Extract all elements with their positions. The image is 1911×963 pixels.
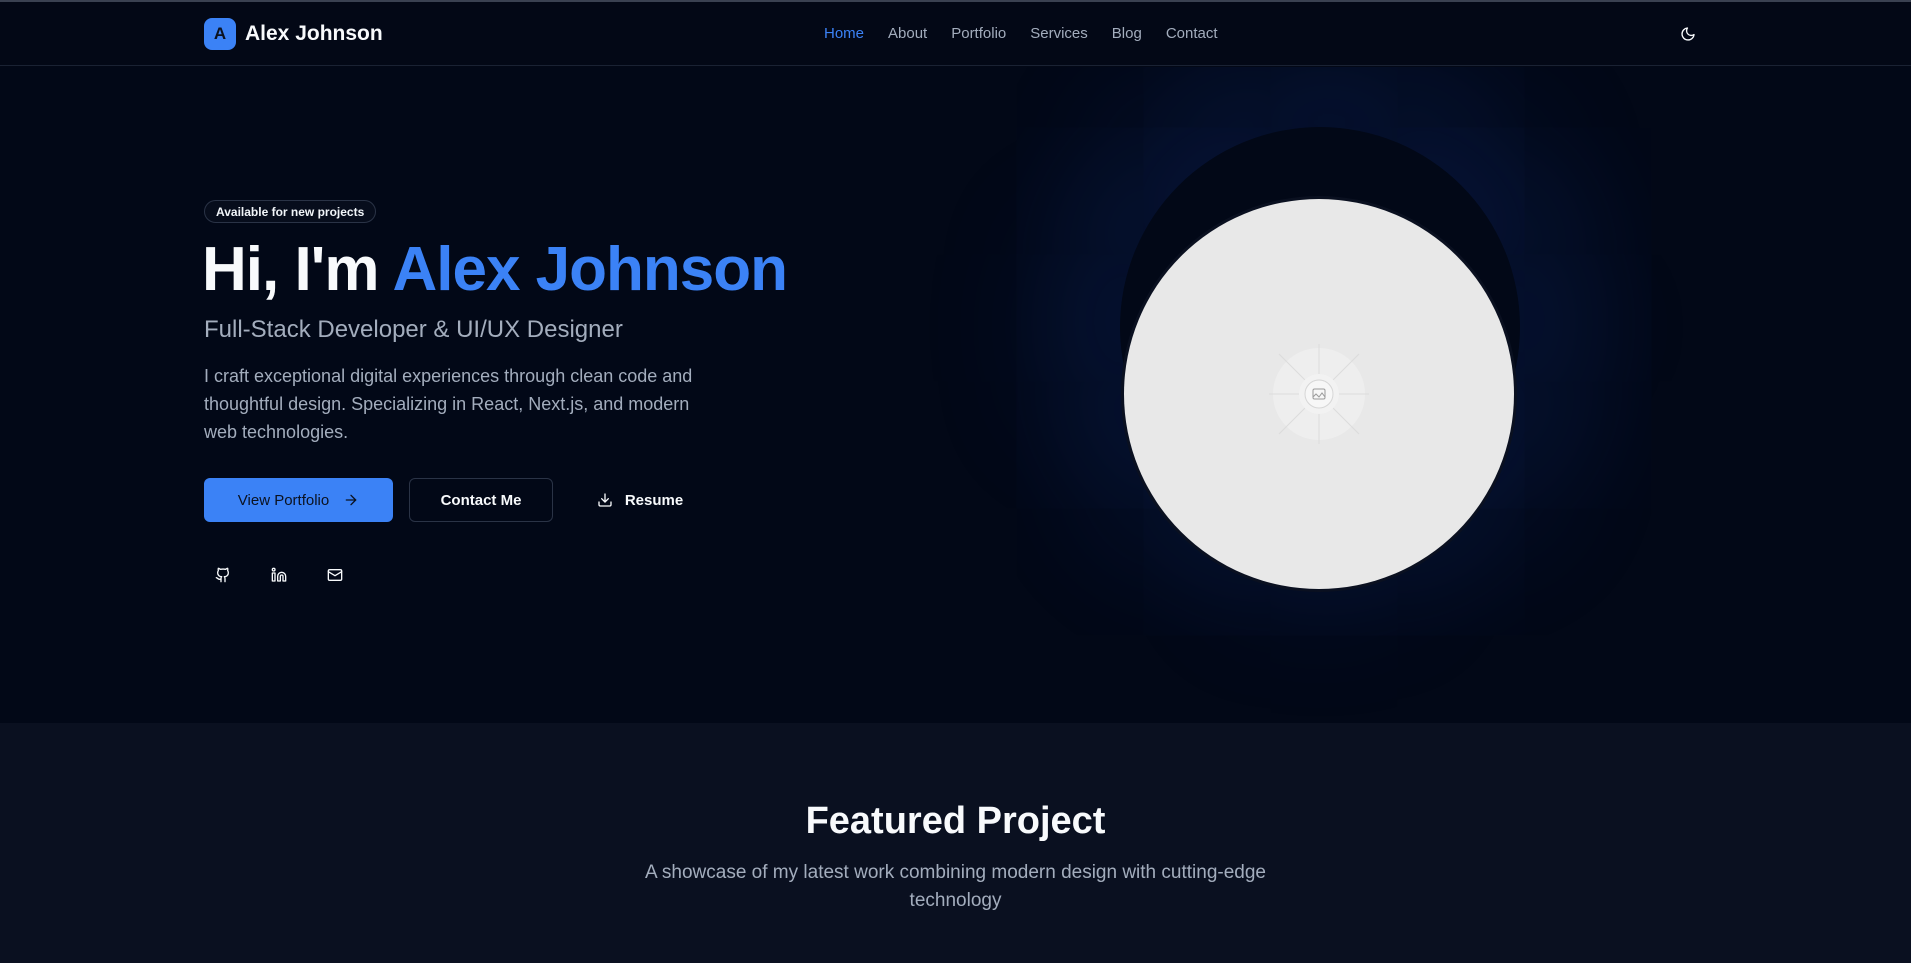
hero-greeting: Hi, I'm bbox=[202, 235, 393, 304]
resume-button[interactable]: Resume bbox=[590, 478, 690, 522]
contact-me-button[interactable]: Contact Me bbox=[409, 478, 553, 522]
site-header: A Alex Johnson Home About Portfolio Serv… bbox=[0, 2, 1911, 66]
featured-project-section: Featured Project A showcase of my latest… bbox=[0, 723, 1911, 963]
resume-label: Resume bbox=[624, 491, 684, 509]
nav-item-services[interactable]: Services bbox=[1030, 25, 1088, 42]
social-links bbox=[213, 565, 381, 585]
view-portfolio-button[interactable]: View Portfolio bbox=[204, 478, 393, 522]
brand-badge: A bbox=[204, 18, 236, 50]
moon-icon bbox=[1681, 27, 1695, 41]
nav-item-portfolio[interactable]: Portfolio bbox=[951, 25, 1006, 42]
view-portfolio-label: View Portfolio bbox=[237, 491, 330, 509]
brand-logo[interactable]: A Alex Johnson bbox=[204, 18, 383, 50]
profile-image bbox=[1124, 199, 1514, 589]
linkedin-icon bbox=[271, 567, 287, 582]
featured-title: Featured Project bbox=[805, 800, 1106, 842]
hero-heading: Hi, I'm Alex Johnson bbox=[202, 234, 788, 305]
image-placeholder-icon bbox=[1269, 344, 1369, 444]
theme-toggle-button[interactable] bbox=[1678, 24, 1698, 44]
hero-name: Alex Johnson bbox=[392, 235, 788, 304]
main-nav: Home About Portfolio Services Blog Conta… bbox=[824, 25, 1242, 42]
github-link[interactable] bbox=[213, 565, 233, 585]
hero-description: I craft exceptional digital experiences … bbox=[204, 366, 693, 442]
featured-subtitle: A showcase of my latest work combining m… bbox=[645, 862, 1266, 911]
download-icon bbox=[597, 492, 613, 508]
brand-name: Alex Johnson bbox=[245, 22, 383, 45]
contact-me-label: Contact Me bbox=[440, 491, 522, 509]
nav-item-contact[interactable]: Contact bbox=[1166, 25, 1218, 42]
nav-item-about[interactable]: About bbox=[888, 25, 927, 42]
hero-subtitle: Full-Stack Developer & UI/UX Designer bbox=[204, 316, 623, 343]
github-icon bbox=[215, 567, 230, 583]
arrow-right-icon bbox=[343, 492, 359, 508]
nav-item-home[interactable]: Home bbox=[824, 25, 864, 42]
hero-section: Available for new projects Hi, I'm Alex … bbox=[0, 67, 1911, 723]
availability-badge: Available for new projects bbox=[204, 200, 377, 223]
nav-item-blog[interactable]: Blog bbox=[1112, 25, 1142, 42]
mail-icon bbox=[327, 569, 343, 581]
email-link[interactable] bbox=[325, 565, 345, 585]
linkedin-link[interactable] bbox=[269, 565, 289, 585]
